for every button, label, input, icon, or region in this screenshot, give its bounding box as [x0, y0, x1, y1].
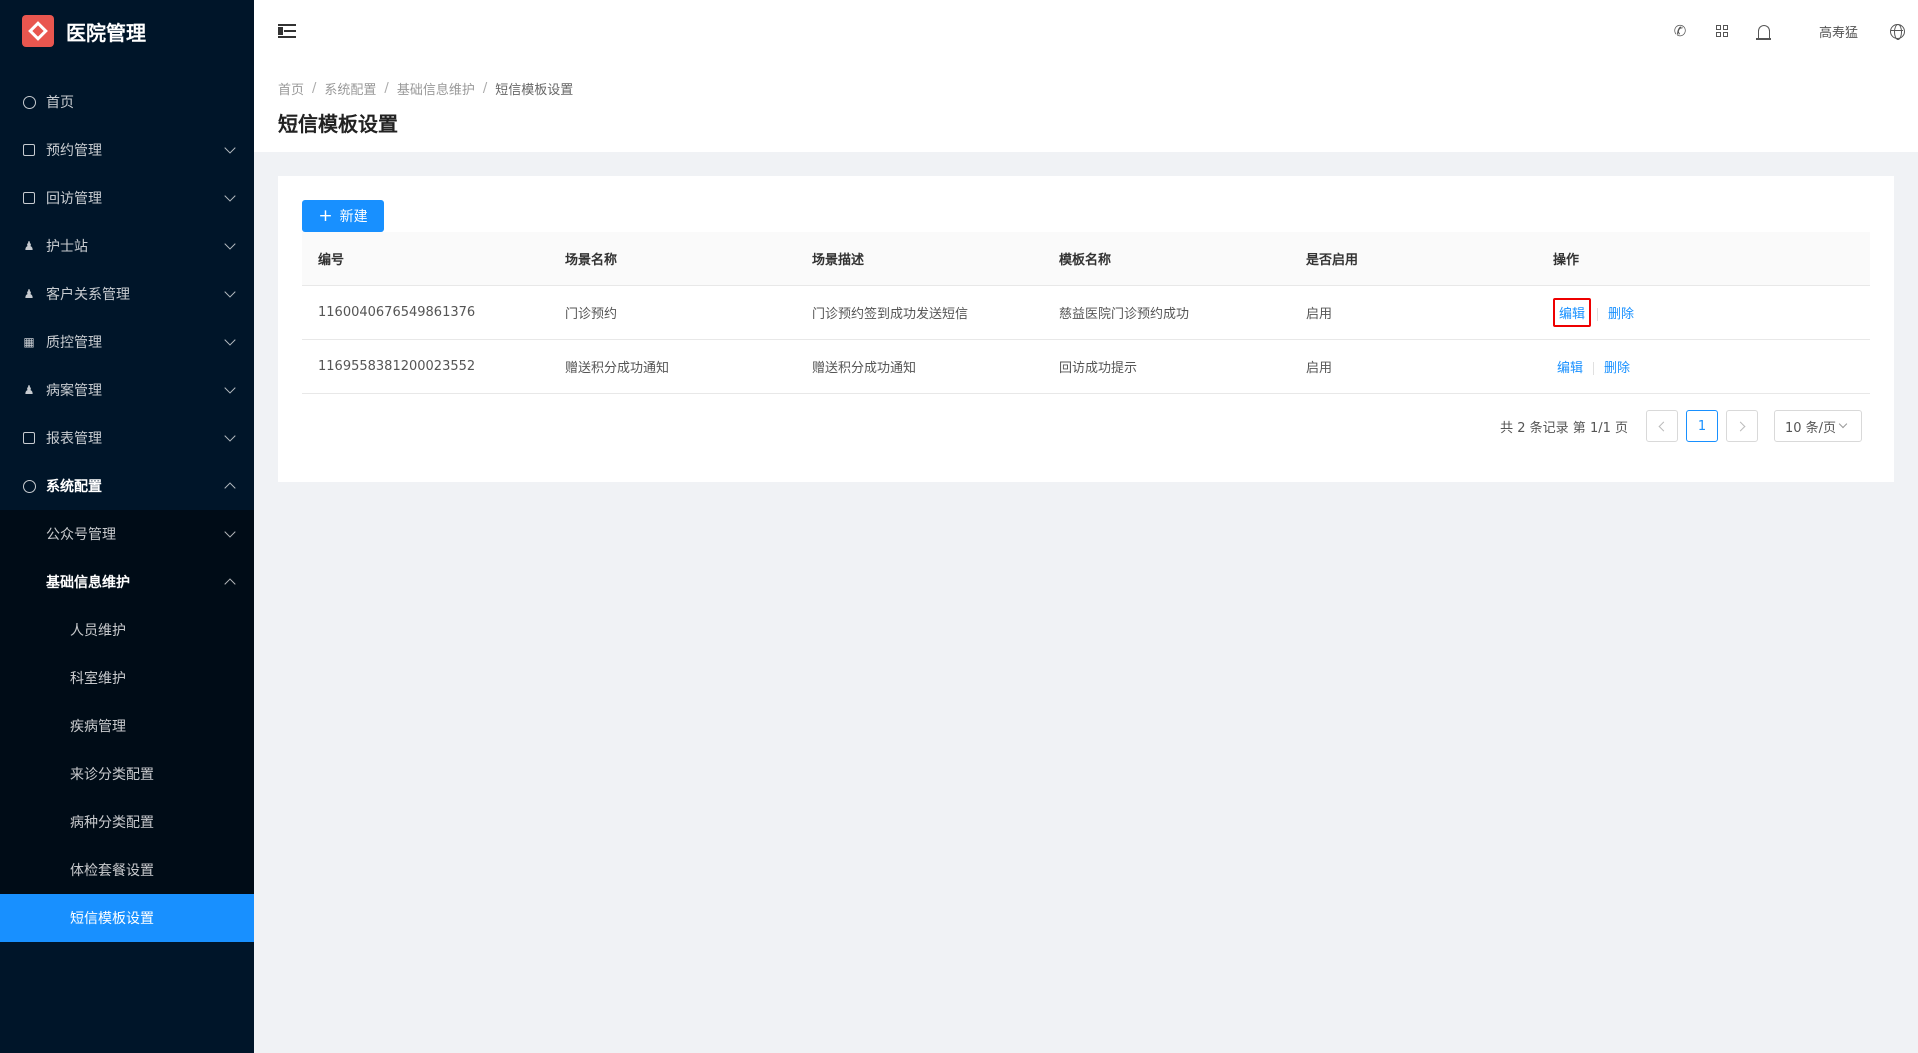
- app-title: 医院管理: [66, 20, 146, 45]
- bell-icon[interactable]: [1743, 0, 1785, 62]
- column-header-id: 编号: [318, 253, 345, 268]
- sidebar-item-home[interactable]: 首页: [0, 78, 254, 126]
- sidebar-item-nurse-station[interactable]: ♟ 护士站: [0, 222, 254, 270]
- cell-enabled: 启用: [1306, 307, 1333, 322]
- edit-icon: [22, 143, 36, 157]
- page-size-select[interactable]: 10 条/页: [1774, 410, 1862, 442]
- chevron-down-icon: [224, 190, 236, 202]
- sidebar-menu: 首页 预约管理 回访管理 ♟ 护士站 ♟ 客户关系管理 ▦ 质控管理 ♟ 病案管…: [0, 78, 254, 942]
- globe-icon[interactable]: [1876, 0, 1918, 62]
- sidebar-item-followup[interactable]: 回访管理: [0, 174, 254, 222]
- phone-icon[interactable]: ✆: [1659, 0, 1701, 62]
- menu-fold-icon[interactable]: [278, 24, 296, 38]
- chevron-right-icon: [1735, 421, 1746, 431]
- breadcrumb-current: 短信模板设置: [495, 82, 574, 98]
- sms-template-table: 编号 场景名称 场景描述 模板名称 是否启用 操作 11600406765498…: [302, 232, 1870, 394]
- cell-actions: 编辑 删除: [1537, 298, 1870, 327]
- cell-enabled: 启用: [1306, 361, 1333, 376]
- content-card: + 新建 编号 场景名称 场景描述 模板名称 是否启用 操作 116004067…: [278, 176, 1894, 482]
- chevron-down-icon: [224, 238, 236, 250]
- cell-scene: 门诊预约: [565, 307, 618, 322]
- delete-link[interactable]: 删除: [1604, 300, 1638, 325]
- sidebar-item-staff[interactable]: 人员维护: [0, 606, 254, 654]
- header-actions: ✆ 高寿猛: [1659, 0, 1918, 62]
- sidebar-item-department[interactable]: 科室维护: [0, 654, 254, 702]
- cell-id: 1160040676549861376: [318, 305, 476, 320]
- sidebar-item-quality[interactable]: ▦ 质控管理: [0, 318, 254, 366]
- cell-actions: 编辑 删除: [1537, 354, 1870, 379]
- pagination: 共 2 条记录 第 1/1 页 1 10 条/页: [1500, 410, 1862, 442]
- chevron-down-icon: [224, 526, 236, 538]
- cell-desc: 门诊预约签到成功发送短信: [812, 307, 969, 322]
- user-name[interactable]: 高寿猛: [1785, 0, 1876, 62]
- chevron-down-icon: [1838, 419, 1848, 429]
- page-title: 短信模板设置: [278, 112, 398, 136]
- chevron-down-icon: [224, 334, 236, 346]
- chevron-up-icon: [224, 482, 236, 494]
- logo[interactable]: 医院管理: [0, 0, 254, 62]
- column-header-actions: 操作: [1553, 253, 1580, 268]
- breadcrumb-system-config[interactable]: 系统配置: [324, 79, 376, 98]
- chevron-down-icon: [224, 430, 236, 442]
- system-config-submenu: 公众号管理 基础信息维护 人员维护 科室维护 疾病管理 来诊分类配置 病种分类配…: [0, 510, 254, 942]
- sidebar-item-visit-category[interactable]: 来诊分类配置: [0, 750, 254, 798]
- sidebar-item-reports[interactable]: 报表管理: [0, 414, 254, 462]
- column-header-enabled: 是否启用: [1306, 253, 1359, 268]
- pagination-total: 共 2 条记录 第 1/1 页: [1500, 420, 1628, 436]
- chevron-down-icon: [224, 142, 236, 154]
- table-row: 1160040676549861376 门诊预约 门诊预约签到成功发送短信 慈益…: [302, 286, 1870, 340]
- column-header-desc: 场景描述: [812, 253, 865, 268]
- cell-template: 慈益医院门诊预约成功: [1059, 307, 1190, 322]
- sidebar-item-records[interactable]: ♟ 病案管理: [0, 366, 254, 414]
- sidebar-item-basic-info[interactable]: 基础信息维护: [0, 558, 254, 606]
- apps-grid-icon[interactable]: [1701, 0, 1743, 62]
- sidebar-item-checkup-package[interactable]: 体检套餐设置: [0, 846, 254, 894]
- new-button[interactable]: + 新建: [302, 200, 384, 232]
- sidebar-item-crm[interactable]: ♟ 客户关系管理: [0, 270, 254, 318]
- breadcrumb: 首页 / 系统配置 / 基础信息维护 / 短信模板设置: [278, 79, 574, 98]
- chevron-down-icon: [224, 382, 236, 394]
- column-header-template: 模板名称: [1059, 253, 1112, 268]
- basic-info-submenu: 人员维护 科室维护 疾病管理 来诊分类配置 病种分类配置 体检套餐设置 短信模板…: [0, 606, 254, 942]
- edit-icon: [22, 431, 36, 445]
- plus-icon: +: [318, 205, 333, 226]
- next-page-button[interactable]: [1726, 410, 1758, 442]
- cell-id: 1169558381200023552: [318, 359, 476, 374]
- user-icon: ♟: [23, 287, 35, 301]
- cell-desc: 赠送积分成功通知: [812, 361, 917, 376]
- prev-page-button[interactable]: [1646, 410, 1678, 442]
- cell-scene: 赠送积分成功通知: [565, 361, 670, 376]
- dashboard-icon: [22, 95, 36, 109]
- lock-icon: [22, 191, 36, 205]
- breadcrumb-basic-info[interactable]: 基础信息维护: [397, 79, 475, 98]
- page-number-button[interactable]: 1: [1686, 410, 1718, 442]
- sidebar-item-wechat[interactable]: 公众号管理: [0, 510, 254, 558]
- breadcrumb-home[interactable]: 首页: [278, 79, 304, 98]
- table-row: 1169558381200023552 赠送积分成功通知 赠送积分成功通知 回访…: [302, 340, 1870, 394]
- cell-template: 回访成功提示: [1059, 361, 1138, 376]
- edit-link[interactable]: 编辑: [1553, 354, 1587, 379]
- dashboard-icon: [22, 479, 36, 493]
- table-header: 编号 场景名称 场景描述 模板名称 是否启用 操作: [302, 232, 1870, 286]
- user-icon: ♟: [23, 239, 35, 253]
- chevron-left-icon: [1658, 421, 1669, 431]
- edit-link[interactable]: 编辑: [1553, 298, 1592, 327]
- sidebar-item-sms-template[interactable]: 短信模板设置: [0, 894, 254, 942]
- sidebar-item-appointment[interactable]: 预约管理: [0, 126, 254, 174]
- delete-link[interactable]: 删除: [1600, 354, 1634, 379]
- hospital-logo-icon: [22, 15, 54, 47]
- page-header: 首页 / 系统配置 / 基础信息维护 / 短信模板设置 短信模板设置: [254, 62, 1918, 152]
- chevron-down-icon: [224, 286, 236, 298]
- sidebar-item-disease[interactable]: 疾病管理: [0, 702, 254, 750]
- top-header: ✆ 高寿猛: [254, 0, 1918, 62]
- sidebar-item-disease-category[interactable]: 病种分类配置: [0, 798, 254, 846]
- user-icon: ♟: [23, 383, 35, 397]
- table-icon: ▦: [23, 335, 35, 349]
- chevron-up-icon: [224, 578, 236, 590]
- column-header-scene: 场景名称: [565, 253, 618, 268]
- sidebar-item-system-config[interactable]: 系统配置: [0, 462, 254, 510]
- sidebar: 医院管理 首页 预约管理 回访管理 ♟ 护士站 ♟ 客户关系管理 ▦ 质控管理 …: [0, 0, 254, 1053]
